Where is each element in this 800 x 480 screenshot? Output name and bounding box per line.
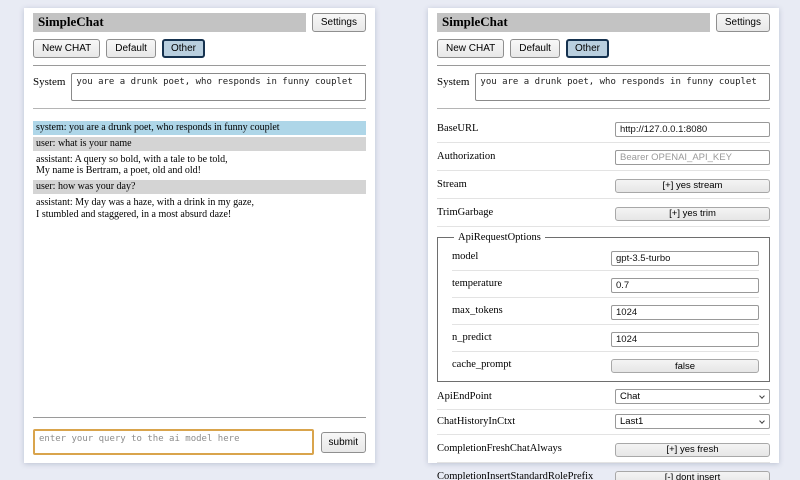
fieldset-legend: ApiRequestOptions xyxy=(454,232,545,243)
app-title: SimpleChat xyxy=(33,13,306,32)
setting-label: cache_prompt xyxy=(452,359,611,370)
chat-header: SimpleChat Settings xyxy=(33,13,366,32)
setting-row-apiendpoint: ApiEndPoint Chat xyxy=(437,385,770,410)
api-endpoint-select[interactable]: Chat xyxy=(615,389,770,404)
chat-message-assistant: assistant: My day was a haze, with a dri… xyxy=(33,196,366,222)
setting-label: model xyxy=(452,251,611,262)
model-input[interactable] xyxy=(611,251,759,266)
submit-button[interactable]: submit xyxy=(321,432,366,453)
selected-value: Chat xyxy=(620,391,640,402)
setting-label: BaseURL xyxy=(437,123,615,134)
chevron-down-icon xyxy=(759,393,765,399)
setting-row-temperature: temperature xyxy=(452,271,759,298)
api-request-options-fieldset: ApiRequestOptions model temperature max_… xyxy=(437,232,770,382)
setting-row-cache-prompt: cache_prompt false xyxy=(452,352,759,378)
settings-list: BaseURL Authorization Stream [+] yes str… xyxy=(437,115,770,480)
new-chat-button[interactable]: New CHAT xyxy=(437,39,504,58)
session-tab-other[interactable]: Other xyxy=(566,39,609,58)
chat-message-system: system: you are a drunk poet, who respon… xyxy=(33,121,366,135)
message-line: assistant: A query so bold, with a tale … xyxy=(36,154,363,166)
chat-message-assistant: assistant: A query so bold, with a tale … xyxy=(33,153,366,179)
chat-message-list: system: you are a drunk poet, who respon… xyxy=(33,121,366,410)
message-line: I stumbled and staggered, in a most absu… xyxy=(36,209,363,221)
setting-label: Authorization xyxy=(437,151,615,162)
setting-label: temperature xyxy=(452,278,611,289)
temperature-input[interactable] xyxy=(611,278,759,293)
query-input[interactable] xyxy=(33,429,314,455)
stream-toggle-button[interactable]: [+] yes stream xyxy=(615,179,770,193)
system-prompt-row: System xyxy=(33,73,366,101)
setting-label: n_predict xyxy=(452,332,611,343)
setting-row-stream: Stream [+] yes stream xyxy=(437,171,770,199)
new-chat-button[interactable]: New CHAT xyxy=(33,39,100,58)
settings-button[interactable]: Settings xyxy=(716,13,770,32)
setting-label: TrimGarbage xyxy=(437,207,615,218)
setting-row-max-tokens: max_tokens xyxy=(452,298,759,325)
session-tab-default[interactable]: Default xyxy=(106,39,156,58)
settings-panel: SimpleChat Settings New CHAT Default Oth… xyxy=(428,8,779,463)
setting-row-completionfreshchatalways: CompletionFreshChatAlways [+] yes fresh xyxy=(437,435,770,463)
app-title: SimpleChat xyxy=(437,13,710,32)
divider xyxy=(33,65,366,66)
system-prompt-row: System xyxy=(437,73,770,101)
setting-row-completioninsertstandardroleprefix: CompletionInsertStandardRolePrefix [-] d… xyxy=(437,463,770,480)
selected-value: Last1 xyxy=(620,416,643,427)
system-prompt-input[interactable] xyxy=(475,73,770,101)
settings-button[interactable]: Settings xyxy=(312,13,366,32)
query-row: submit xyxy=(33,429,366,455)
setting-label: Stream xyxy=(437,179,615,190)
chat-message-user: user: what is your name xyxy=(33,137,366,151)
setting-row-n-predict: n_predict xyxy=(452,325,759,352)
chevron-down-icon xyxy=(759,418,765,424)
setting-label: CompletionInsertStandardRolePrefix xyxy=(437,471,615,480)
divider xyxy=(33,108,366,109)
chat-history-select[interactable]: Last1 xyxy=(615,414,770,429)
system-label: System xyxy=(33,73,65,101)
setting-row-model: model xyxy=(452,244,759,271)
setting-row-chathistoryinctxt: ChatHistoryInCtxt Last1 xyxy=(437,410,770,435)
max-tokens-input[interactable] xyxy=(611,305,759,320)
settings-header: SimpleChat Settings xyxy=(437,13,770,32)
session-tab-other[interactable]: Other xyxy=(162,39,205,58)
setting-row-authorization: Authorization xyxy=(437,143,770,171)
cache-prompt-toggle-button[interactable]: false xyxy=(611,359,759,373)
chat-message-user: user: how was your day? xyxy=(33,180,366,194)
divider xyxy=(33,417,366,418)
n-predict-input[interactable] xyxy=(611,332,759,347)
fresh-chat-toggle-button[interactable]: [+] yes fresh xyxy=(615,443,770,457)
setting-label: max_tokens xyxy=(452,305,611,316)
divider xyxy=(437,65,770,66)
system-label: System xyxy=(437,73,469,101)
session-tab-default[interactable]: Default xyxy=(510,39,560,58)
setting-label: CompletionFreshChatAlways xyxy=(437,443,615,454)
system-prompt-input[interactable] xyxy=(71,73,366,101)
message-line: system: you are a drunk poet, who respon… xyxy=(36,122,363,134)
authorization-input[interactable] xyxy=(615,150,770,165)
setting-row-trimgarbage: TrimGarbage [+] yes trim xyxy=(437,199,770,227)
setting-row-baseurl: BaseURL xyxy=(437,115,770,143)
chat-panel: SimpleChat Settings New CHAT Default Oth… xyxy=(24,8,375,463)
message-line: My name is Bertram, a poet, old and old! xyxy=(36,165,363,177)
session-toolbar: New CHAT Default Other xyxy=(437,39,770,58)
page: SimpleChat Settings New CHAT Default Oth… xyxy=(0,0,800,463)
baseurl-input[interactable] xyxy=(615,122,770,137)
message-line: user: what is your name xyxy=(36,138,363,150)
trimgarbage-toggle-button[interactable]: [+] yes trim xyxy=(615,207,770,221)
role-prefix-toggle-button[interactable]: [-] dont insert xyxy=(615,471,770,480)
session-toolbar: New CHAT Default Other xyxy=(33,39,366,58)
divider xyxy=(437,108,770,109)
message-line: user: how was your day? xyxy=(36,181,363,193)
setting-label: ApiEndPoint xyxy=(437,391,615,402)
message-line: assistant: My day was a haze, with a dri… xyxy=(36,197,363,209)
setting-label: ChatHistoryInCtxt xyxy=(437,416,615,427)
